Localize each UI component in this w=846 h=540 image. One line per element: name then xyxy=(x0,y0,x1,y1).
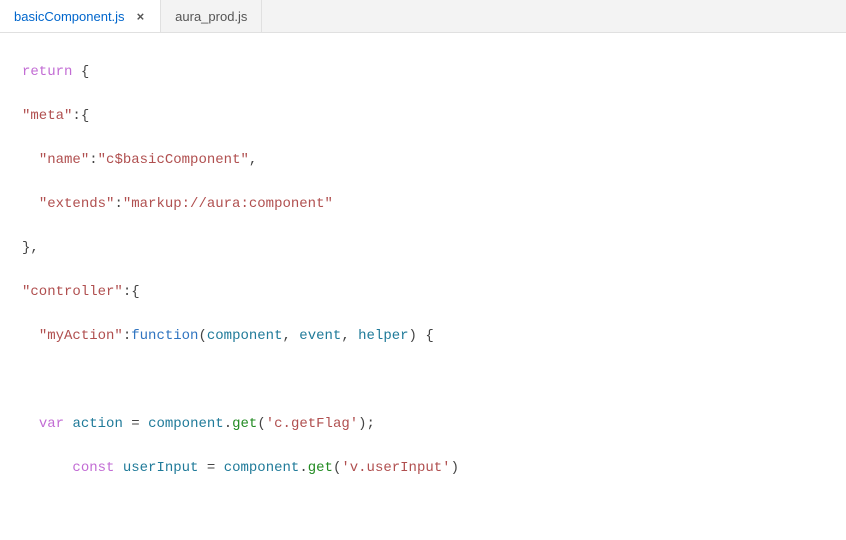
key-myaction: "myAction" xyxy=(39,328,123,344)
code-line: }, xyxy=(22,237,846,259)
key-name: "name" xyxy=(39,152,89,168)
kw-return: return xyxy=(22,64,72,80)
kw-function: function xyxy=(131,328,198,344)
tab-inactive[interactable]: aura_prod.js xyxy=(161,0,262,32)
editor-tab-bar: basicComponent.js × aura_prod.js xyxy=(0,0,846,33)
key-meta: "meta" xyxy=(22,108,72,124)
str-vuserinput: 'v.userInput' xyxy=(341,460,450,476)
kw-const: const xyxy=(72,460,114,476)
id-component: component xyxy=(224,460,300,476)
dot: . xyxy=(224,416,232,432)
comma: , xyxy=(249,152,257,168)
val-extends: "markup://aura:component" xyxy=(123,196,333,212)
code-line: "extends":"markup://aura:component" xyxy=(22,193,846,215)
tab-active[interactable]: basicComponent.js × xyxy=(0,0,161,32)
brace: { xyxy=(81,108,89,124)
colon: : xyxy=(123,328,131,344)
tab-label: aura_prod.js xyxy=(175,9,247,24)
str-cgetflag: 'c.getFlag' xyxy=(266,416,358,432)
m-get: get xyxy=(308,460,333,476)
code-line: return { xyxy=(22,61,846,83)
key-controller: "controller" xyxy=(22,284,123,300)
dot: . xyxy=(299,460,307,476)
eq: = xyxy=(198,460,223,476)
colon: : xyxy=(72,108,80,124)
brace: { xyxy=(81,64,89,80)
id-component: component xyxy=(148,416,224,432)
paren-open: ( xyxy=(198,328,206,344)
key-extends: "extends" xyxy=(39,196,115,212)
code-line: "meta":{ xyxy=(22,105,846,127)
paren-open: ( xyxy=(257,416,265,432)
code-line: "controller":{ xyxy=(22,281,846,303)
code-line: const userInput = component.get('v.userI… xyxy=(22,457,846,479)
code-line xyxy=(22,369,846,391)
m-get: get xyxy=(232,416,257,432)
brace-close-comma: }, xyxy=(22,240,39,256)
code-line: "myAction":function(component, event, he… xyxy=(22,325,846,347)
paren-close: ) xyxy=(451,460,459,476)
id-component: component xyxy=(207,328,283,344)
kw-var: var xyxy=(39,416,64,432)
paren-brace: ) { xyxy=(409,328,434,344)
colon: : xyxy=(89,152,97,168)
brace: { xyxy=(131,284,139,300)
colon: : xyxy=(123,284,131,300)
comma: , xyxy=(341,328,358,344)
close-icon[interactable]: × xyxy=(135,9,147,24)
code-line xyxy=(22,501,846,523)
paren-close-semi: ); xyxy=(358,416,375,432)
id-action: action xyxy=(72,416,122,432)
id-userinput: userInput xyxy=(123,460,199,476)
id-helper: helper xyxy=(358,328,408,344)
colon: : xyxy=(114,196,122,212)
tab-label: basicComponent.js xyxy=(14,9,125,24)
code-line: var action = component.get('c.getFlag'); xyxy=(22,413,846,435)
id-event: event xyxy=(299,328,341,344)
val-name: "c$basicComponent" xyxy=(98,152,249,168)
code-editor[interactable]: return { "meta":{ "name":"c$basicCompone… xyxy=(0,33,846,540)
comma: , xyxy=(282,328,299,344)
eq: = xyxy=(123,416,148,432)
code-line: "name":"c$basicComponent", xyxy=(22,149,846,171)
